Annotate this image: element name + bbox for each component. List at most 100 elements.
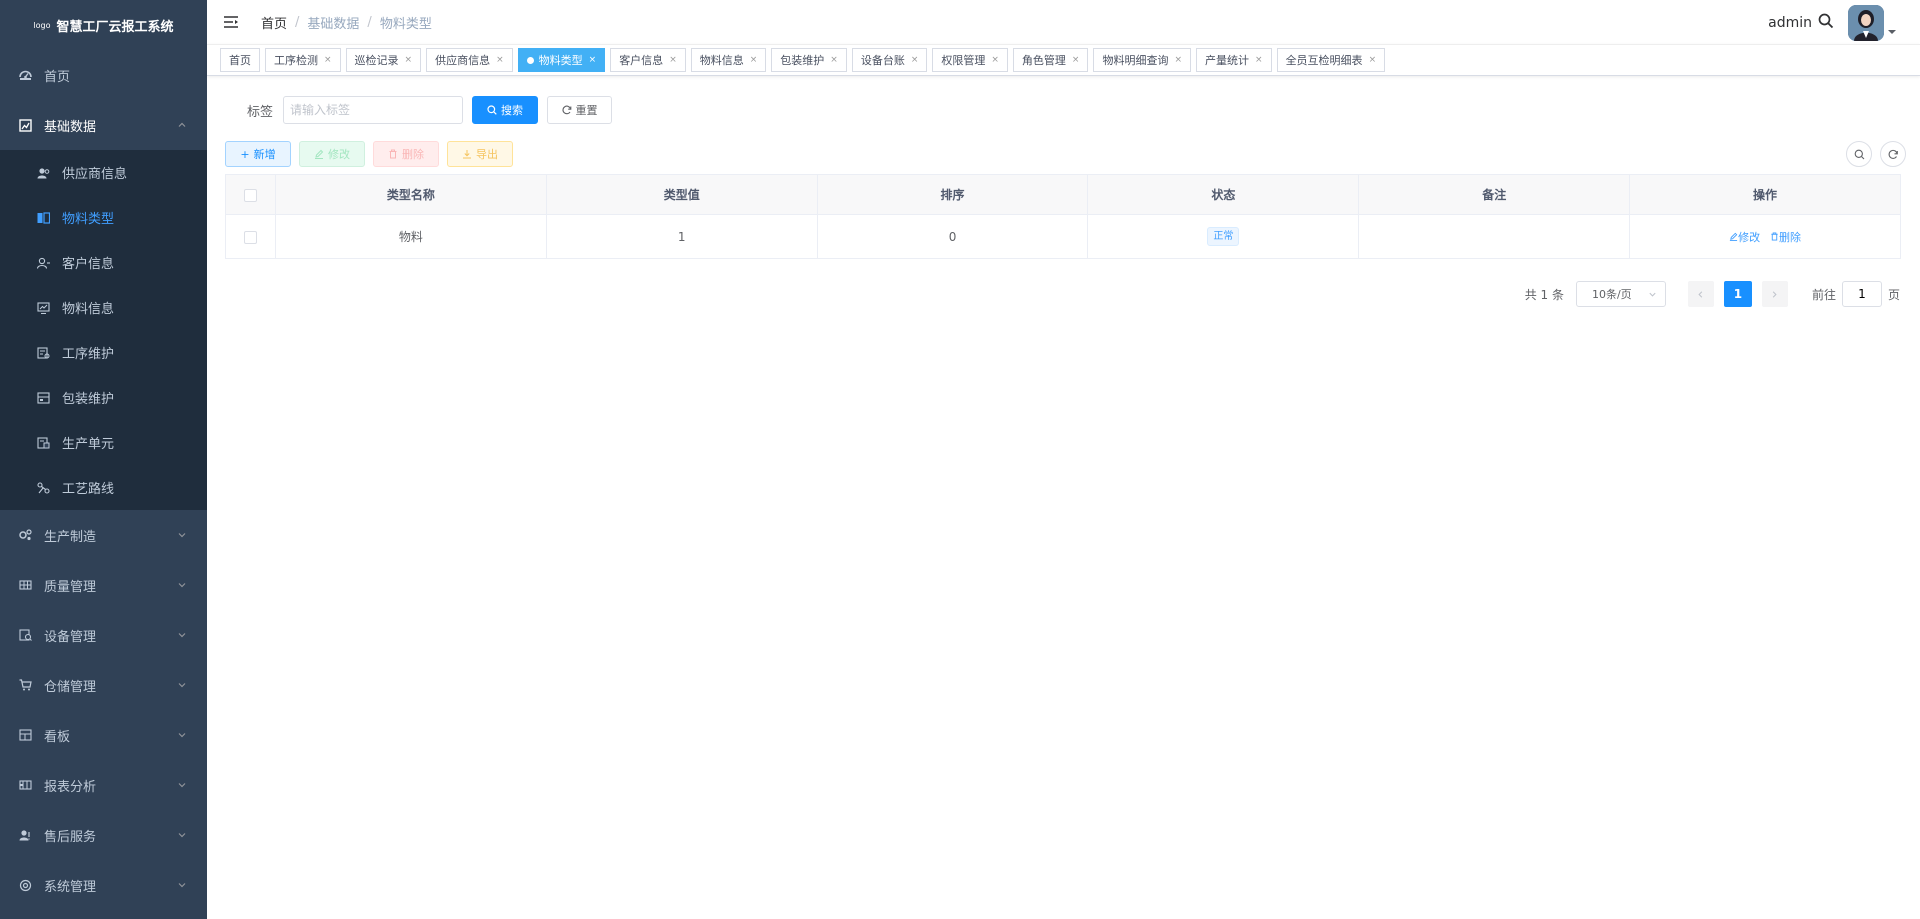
close-icon[interactable]: × — [991, 55, 999, 65]
row-checkbox[interactable] — [243, 230, 257, 244]
delete-button[interactable]: 删除 — [373, 141, 439, 167]
close-icon[interactable]: × — [405, 55, 413, 65]
sidebar-item-unit[interactable]: 生产单元 — [0, 420, 207, 465]
prev-page-button[interactable] — [1687, 281, 1714, 307]
sidebar-item-label: 工艺路线 — [62, 482, 115, 497]
sidebar-item-production[interactable]: 生产制造 — [0, 510, 207, 560]
tab-4[interactable]: 物料类型 × — [517, 48, 606, 72]
column-header-status[interactable]: 状态 — [1087, 174, 1360, 215]
export-button[interactable]: 导出 — [447, 141, 513, 167]
tab-5[interactable]: 客户信息 × — [610, 48, 686, 72]
page-number-current[interactable]: 1 — [1723, 281, 1752, 307]
tab-label: 工序检测 — [274, 54, 318, 67]
chevron-down-icon — [178, 733, 186, 738]
sidebar-item-label: 设备管理 — [44, 629, 97, 645]
search-button[interactable]: 搜索 — [472, 96, 539, 124]
add-button[interactable]: + 新增 — [225, 141, 291, 167]
close-icon[interactable]: × — [830, 55, 838, 65]
close-icon[interactable]: × — [496, 55, 504, 65]
plus-icon: + — [240, 147, 250, 161]
sidebar-item-basic-data[interactable]: 基础数据 — [0, 100, 207, 150]
tab-6[interactable]: 物料信息 × — [690, 48, 767, 72]
close-icon[interactable]: × — [1369, 55, 1377, 65]
close-icon[interactable]: × — [1072, 55, 1080, 65]
close-icon[interactable]: × — [669, 55, 677, 65]
hamburger-icon[interactable] — [223, 15, 239, 29]
close-icon[interactable]: × — [1174, 55, 1182, 65]
tab-9[interactable]: 权限管理 × — [932, 48, 1008, 72]
sidebar-item-home[interactable]: 首页 — [0, 50, 207, 100]
caret-down-icon[interactable] — [1888, 30, 1896, 34]
tab-10[interactable]: 角色管理 × — [1012, 48, 1089, 72]
column-header-type-value[interactable]: 类型值 — [545, 174, 818, 215]
sidebar-item-equipment[interactable]: 设备管理 — [0, 610, 207, 660]
logo-bar: logo 智慧工厂云报工系统 — [0, 0, 207, 50]
row-delete-link[interactable]: 删除 — [1770, 231, 1801, 244]
tab-11[interactable]: 物料明细查询 × — [1093, 48, 1192, 72]
close-icon[interactable]: × — [589, 55, 597, 65]
sidebar-item-label: 客户信息 — [62, 257, 115, 272]
column-header-remark[interactable]: 备注 — [1358, 174, 1631, 215]
tab-2[interactable]: 巡检记录 × — [345, 48, 422, 72]
sidebar-item-supplier[interactable]: 供应商信息 — [0, 150, 207, 195]
reset-button[interactable]: 重置 — [547, 96, 613, 124]
column-header-type-name[interactable]: 类型名称 — [274, 174, 547, 215]
sidebar-item-route[interactable]: 工艺路线 — [0, 465, 207, 510]
tab-12[interactable]: 产量统计 × — [1196, 48, 1272, 72]
tab-3[interactable]: 供应商信息 × — [426, 48, 513, 72]
sidebar-item-material-info[interactable]: 物料信息 — [0, 285, 207, 330]
chevron-up-icon — [178, 122, 186, 127]
tab-7[interactable]: 包装维护 × — [771, 48, 847, 72]
page-size-value: 10条/页 — [1591, 288, 1632, 301]
select-all-checkbox[interactable] — [243, 188, 257, 202]
toggle-search-button[interactable] — [1846, 141, 1872, 167]
next-page-button[interactable] — [1761, 281, 1788, 307]
search-icon[interactable] — [1818, 13, 1834, 33]
close-icon[interactable]: × — [911, 55, 919, 65]
sidebar-item-system[interactable]: 系统管理 — [0, 860, 207, 910]
row-edit-link[interactable]: 修改 — [1729, 231, 1760, 244]
tab-8[interactable]: 设备台账 × — [851, 48, 928, 72]
sidebar-item-warehouse[interactable]: 仓储管理 — [0, 660, 207, 710]
avatar[interactable] — [1848, 5, 1884, 41]
toolbar: + 新增 修改 删除 导出 — [225, 141, 1906, 167]
page-size-select[interactable]: 10条/页 — [1575, 281, 1666, 307]
close-icon[interactable]: × — [1255, 55, 1263, 65]
sidebar-item-process[interactable]: 工序维护 — [0, 330, 207, 375]
sidebar-item-package[interactable]: 包装维护 — [0, 375, 207, 420]
sidebar-item-material-type[interactable]: 物料类型 — [0, 195, 207, 240]
tab-1[interactable]: 工序检测 × — [265, 48, 341, 72]
sidebar-item-label: 供应商信息 — [62, 167, 128, 182]
tab-0[interactable]: 首页 — [220, 48, 260, 72]
close-icon[interactable]: × — [324, 55, 332, 65]
close-icon[interactable]: × — [750, 55, 758, 65]
sidebar-item-quality[interactable]: 质量管理 — [0, 560, 207, 610]
search-icon — [1854, 149, 1864, 159]
customer-icon — [36, 256, 50, 270]
sidebar-item-label: 质量管理 — [44, 579, 97, 595]
navbar-right: admin — [1768, 4, 1896, 42]
sidebar-item-label: 基础数据 — [44, 119, 97, 135]
sidebar-item-service[interactable]: 售后服务 — [0, 810, 207, 860]
search-icon — [487, 105, 497, 115]
select-all-cell — [225, 174, 276, 215]
sidebar-item-customer[interactable]: 客户信息 — [0, 240, 207, 285]
column-header-sort[interactable]: 排序 — [816, 174, 1089, 215]
pagination: 共 1 条 10条/页 1 前往 页 — [1525, 281, 1900, 307]
breadcrumb-basic-data: 基础数据 — [307, 16, 360, 32]
sidebar-item-report[interactable]: 报表分析 — [0, 760, 207, 810]
tab-label: 巡检记录 — [354, 54, 399, 67]
breadcrumb-separator: / — [295, 14, 300, 30]
table-row[interactable]: 物料 1 0 正常 修改 删除 — [225, 214, 1901, 259]
tab-label: 全员互检明细表 — [1285, 54, 1363, 67]
goto-page-input[interactable] — [1841, 281, 1882, 307]
sidebar-item-board[interactable]: 看板 — [0, 710, 207, 760]
cell-type-value: 1 — [545, 214, 818, 259]
tag-search-input[interactable] — [283, 96, 464, 124]
refresh-button[interactable] — [1880, 141, 1906, 167]
tab-13[interactable]: 全员互检明细表 × — [1276, 48, 1386, 72]
breadcrumb-home[interactable]: 首页 — [261, 13, 287, 32]
edit-icon — [315, 149, 324, 159]
table-header-row: 类型名称 类型值 排序 状态 备注 操作 — [225, 174, 1901, 215]
edit-button[interactable]: 修改 — [299, 141, 365, 167]
